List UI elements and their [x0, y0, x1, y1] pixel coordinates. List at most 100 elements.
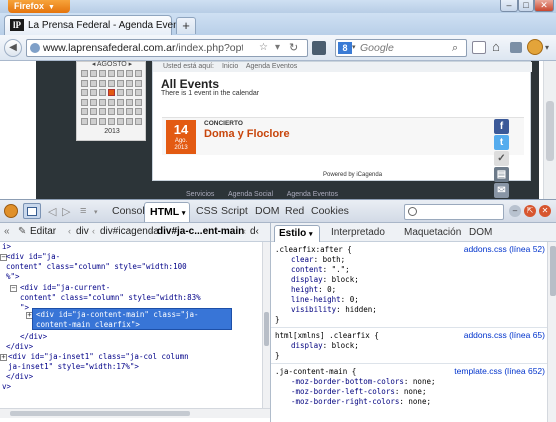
calendar-day-cell[interactable] [108, 79, 115, 87]
calendar-day-cell[interactable] [135, 79, 142, 87]
firebug-search-input[interactable] [404, 204, 504, 220]
tab-red[interactable]: Red [285, 205, 304, 217]
calendar-day-cell[interactable] [117, 89, 124, 96]
tree-line[interactable]: <div id="ja-inset1" class="ja-col column [8, 352, 189, 362]
css-property[interactable]: content: "."; [291, 265, 350, 275]
calendar-day-cell[interactable] [117, 79, 124, 87]
star-icon[interactable]: ☆ [259, 42, 268, 53]
event-item[interactable]: 14 Ago. 2013 CONCIERTO Doma y Floclore [162, 117, 524, 155]
calendar-day-cell[interactable] [126, 98, 133, 106]
calendar-day-cell[interactable] [81, 70, 88, 77]
crumb-more[interactable]: d‹ [250, 226, 259, 237]
tab-estilo[interactable]: Estilo ▾ [274, 225, 320, 242]
calendar-day-cell[interactable] [99, 70, 106, 77]
calendar-day-cell[interactable] [126, 89, 133, 96]
tree-line[interactable]: content" class="column" style="width:83% [20, 293, 201, 303]
tab-cookies[interactable]: Cookies [311, 205, 349, 217]
calendar-day-cell[interactable] [117, 70, 124, 77]
tree-line[interactable]: content" class="column" style="width:100 [6, 262, 187, 272]
calendar-day-cell[interactable] [126, 79, 133, 87]
calendar-day-cell[interactable] [90, 89, 97, 96]
share-icon[interactable]: ✓ [494, 151, 509, 166]
css-property[interactable]: -moz-border-left-colors: none; [291, 387, 426, 397]
css-property[interactable]: -moz-border-right-colors: none; [291, 397, 431, 407]
calendar-day-cell[interactable] [135, 98, 142, 106]
tree-line[interactable]: </div> [6, 342, 33, 352]
calendar-day-cell[interactable] [135, 108, 142, 115]
firebug-icon[interactable] [527, 39, 543, 55]
firebug-icon[interactable] [4, 204, 18, 218]
calendar-day-cell[interactable] [99, 117, 106, 125]
tree-line[interactable]: <div id="ja-current- [20, 283, 110, 293]
bookmark-icon[interactable] [312, 41, 326, 55]
calendar-day-cell[interactable] [81, 89, 88, 96]
reload-icon[interactable]: ↻ [289, 41, 298, 54]
chevron-down-icon[interactable]: ▾ [545, 43, 549, 52]
calendar-day-cell[interactable] [117, 98, 124, 106]
css-property[interactable]: height: 0; [291, 285, 336, 295]
css-source-link[interactable]: addons.css (línea 52) [464, 244, 545, 254]
footer-link[interactable]: Agenda Social [228, 191, 273, 198]
css-property[interactable]: display: block; [291, 341, 359, 351]
back-button[interactable]: ◀ [4, 39, 22, 57]
css-scrollbar[interactable] [547, 242, 556, 422]
new-tab-button[interactable]: + [176, 17, 196, 34]
tab-la-prensa-federal[interactable]: lP La Prensa Federal - Agenda Eventos [4, 15, 192, 35]
expand-toggle[interactable]: + [0, 354, 7, 361]
close-panel-button[interactable]: ✕ [539, 205, 551, 217]
back-arrow-icon[interactable]: ◁ [48, 205, 56, 218]
calendar-day-cell[interactable] [90, 98, 97, 106]
dropdown-icon[interactable]: ▾ [275, 42, 280, 53]
tab-dom[interactable]: DOM [469, 227, 492, 238]
calendar-day-cell[interactable] [81, 79, 88, 87]
print-icon[interactable]: ▤ [494, 167, 509, 182]
search-box[interactable]: 8 ▾ Google ⌕ [335, 39, 467, 57]
calendar-day-cell[interactable] [117, 117, 124, 125]
calendar-day-cell[interactable] [90, 70, 97, 77]
collapse-toggle[interactable]: − [10, 285, 17, 292]
minimize-button[interactable]: – [500, 0, 518, 12]
tree-line[interactable]: <div id="ja- [6, 252, 60, 262]
event-title-link[interactable]: Doma y Floclore [204, 128, 290, 140]
firefox-menu-button[interactable]: Firefox ▼ [8, 0, 70, 13]
calendar-day-cell[interactable] [117, 108, 124, 115]
selected-node[interactable]: <div id="ja-content-main" class="ja- con… [32, 308, 232, 330]
footer-link[interactable]: Servicios [186, 191, 214, 198]
forward-arrow-icon[interactable]: ▷ [62, 205, 70, 218]
close-button[interactable]: ✕ [534, 0, 554, 12]
edit-button[interactable]: Editar [30, 226, 56, 237]
downloads-icon[interactable] [510, 42, 522, 53]
search-icon[interactable]: ⌕ [452, 42, 458, 55]
tree-line[interactable]: </div> [20, 332, 47, 342]
calendar-day-cell[interactable] [90, 117, 97, 125]
breadcrumb-home-link[interactable]: Inicio [222, 63, 238, 70]
tree-line[interactable]: ja-inset1" style="width:17%"> [8, 362, 139, 372]
inspect-element-icon[interactable] [23, 203, 41, 219]
tab-dom[interactable]: DOM [255, 205, 280, 217]
minimize-panel-button[interactable]: – [509, 205, 521, 217]
calendar-day-cell[interactable] [126, 70, 133, 77]
calendar-day-cell[interactable] [135, 117, 142, 125]
tab-interpretado[interactable]: Interpretado [331, 227, 385, 238]
calendar-day-cell[interactable] [135, 70, 142, 77]
tab-css[interactable]: CSS [196, 205, 218, 217]
page-scrollbar[interactable] [543, 61, 556, 199]
email-icon[interactable]: ✉ [494, 183, 509, 198]
css-property[interactable]: line-height: 0; [291, 295, 359, 305]
tree-horizontal-scrollbar[interactable] [0, 408, 270, 418]
calendar-day-cell[interactable] [108, 70, 115, 77]
bookmarks-menu-icon[interactable] [472, 41, 486, 54]
css-property[interactable]: clear: both; [291, 255, 345, 265]
calendar-day-cell[interactable] [81, 108, 88, 115]
calendar-day-cell[interactable] [99, 79, 106, 87]
crumb-selected[interactable]: div#ja-c...ent-main [157, 226, 244, 237]
tab-script[interactable]: Script [221, 205, 248, 217]
css-property[interactable]: visibility: hidden; [291, 305, 377, 315]
scroll-left-icon[interactable]: « [4, 226, 16, 238]
tree-line[interactable]: </div> [6, 372, 33, 382]
calendar-day-cell[interactable] [81, 98, 88, 106]
calendar-day-cell[interactable] [99, 98, 106, 106]
scrollbar-thumb[interactable] [264, 312, 269, 346]
tree-scrollbar[interactable] [262, 242, 270, 408]
crumb-div[interactable]: div [76, 226, 89, 237]
